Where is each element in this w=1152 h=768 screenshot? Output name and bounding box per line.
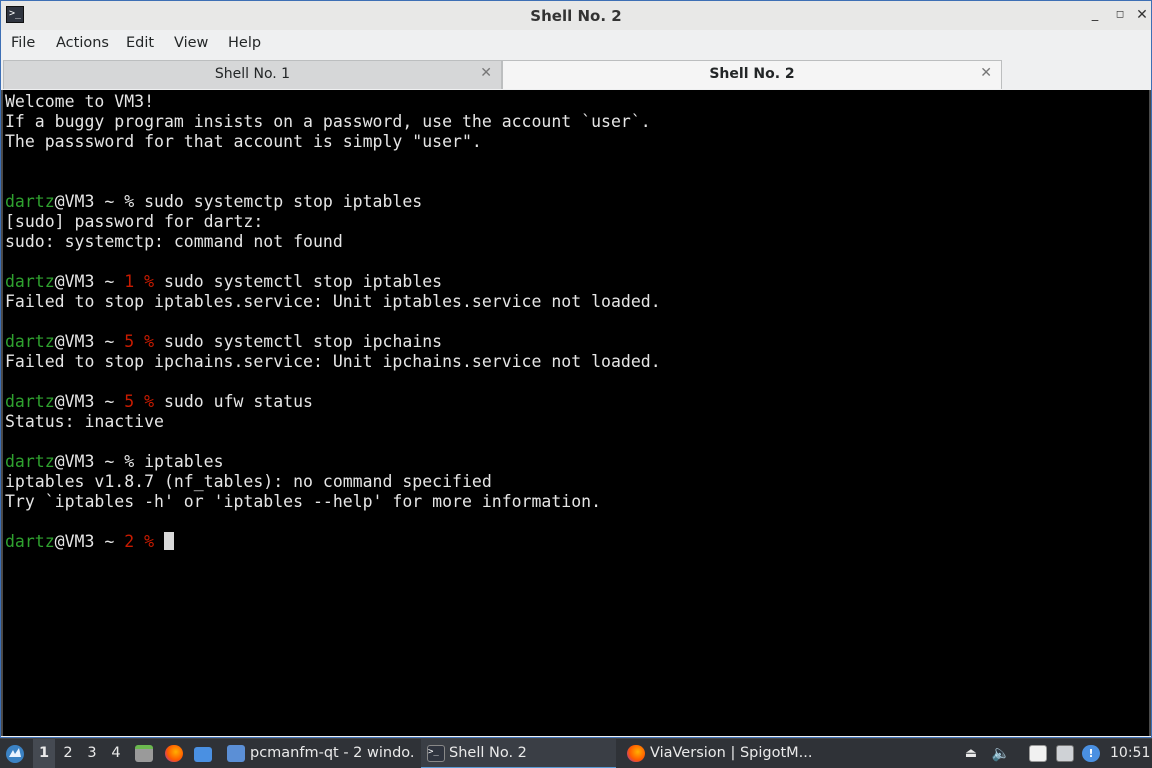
file-manager-icon[interactable] (135, 745, 153, 762)
clock[interactable]: 10:51 (1110, 739, 1150, 768)
terminal-output[interactable]: Welcome to VM3! If a buggy program insis… (1, 90, 1151, 736)
terminal-window: >_ Shell No. 2 _ ◻ ✕ File Actions Edit V… (0, 0, 1152, 738)
lxqt-start-icon[interactable] (4, 739, 28, 768)
menu-edit[interactable]: Edit (126, 35, 154, 51)
eject-icon[interactable]: ⏏ (962, 739, 980, 768)
desktop-3[interactable]: 3 (81, 739, 103, 768)
tab-label: Shell No. 2 (709, 66, 795, 82)
menu-file[interactable]: File (11, 35, 35, 51)
clipboard-icon[interactable] (1029, 745, 1047, 762)
task-pcmanfm[interactable]: pcmanfm-qt - 2 windo... (224, 739, 416, 768)
minimize-icon[interactable]: _ (1086, 6, 1104, 24)
volume-icon[interactable]: 🔈 (990, 739, 1012, 768)
close-icon[interactable]: ✕ (1133, 6, 1151, 24)
prompt-exit-code: 5 % (124, 332, 164, 351)
task-label: ViaVersion | SpigotM... (650, 745, 813, 761)
tab-close-icon[interactable]: ✕ (480, 65, 492, 81)
menu-actions[interactable]: Actions (56, 35, 109, 51)
window-title: Shell No. 2 (530, 7, 622, 25)
prompt-user: dartz (5, 192, 55, 211)
firefox-icon[interactable] (165, 745, 183, 762)
desktop-2[interactable]: 2 (57, 739, 79, 768)
tab-shell-1[interactable]: Shell No. 1 ✕ (3, 60, 502, 89)
maximize-icon[interactable]: ◻ (1111, 6, 1129, 24)
tab-close-icon[interactable]: ✕ (980, 65, 992, 81)
prompt-exit-code: 1 % (124, 272, 164, 291)
task-browser[interactable]: ViaVersion | SpigotM... (622, 739, 822, 768)
task-shell[interactable]: >_ Shell No. 2 (421, 739, 616, 768)
prompt-user: dartz (5, 272, 55, 291)
prompt-exit-code: 5 % (124, 392, 164, 411)
firefox-icon (627, 745, 645, 762)
tab-label: Shell No. 1 (214, 66, 291, 82)
menu-view[interactable]: View (174, 35, 208, 51)
terminal-cursor (163, 532, 174, 550)
tab-bar: Shell No. 1 ✕ Shell No. 2 ✕ (1, 58, 1151, 89)
prompt-user: dartz (5, 392, 55, 411)
task-label: Shell No. 2 (449, 745, 527, 761)
prompt-user: dartz (5, 452, 55, 471)
taskbar: 1 2 3 4 pcmanfm-qt - 2 windo... >_ Shell… (0, 738, 1152, 768)
desktop-1[interactable]: 1 (33, 739, 55, 768)
terminal-text: Welcome to VM3! If a buggy program insis… (5, 92, 661, 551)
prompt-exit-code: 2 % (124, 532, 164, 551)
title-bar[interactable]: >_ Shell No. 2 _ ◻ ✕ (1, 1, 1151, 30)
prompt-user: dartz (5, 532, 55, 551)
menu-bar: File Actions Edit View Help (1, 30, 1151, 58)
prompt-user: dartz (5, 332, 55, 351)
menu-help[interactable]: Help (228, 35, 261, 51)
folder-icon (227, 745, 245, 762)
show-desktop-icon[interactable] (194, 747, 212, 762)
tab-shell-2[interactable]: Shell No. 2 ✕ (502, 60, 1002, 89)
terminal-icon: >_ (427, 745, 445, 762)
desktop-4[interactable]: 4 (105, 739, 127, 768)
notification-icon[interactable]: ! (1082, 745, 1100, 762)
task-label: pcmanfm-qt - 2 windo... (250, 745, 416, 761)
network-icon[interactable] (1056, 745, 1074, 762)
